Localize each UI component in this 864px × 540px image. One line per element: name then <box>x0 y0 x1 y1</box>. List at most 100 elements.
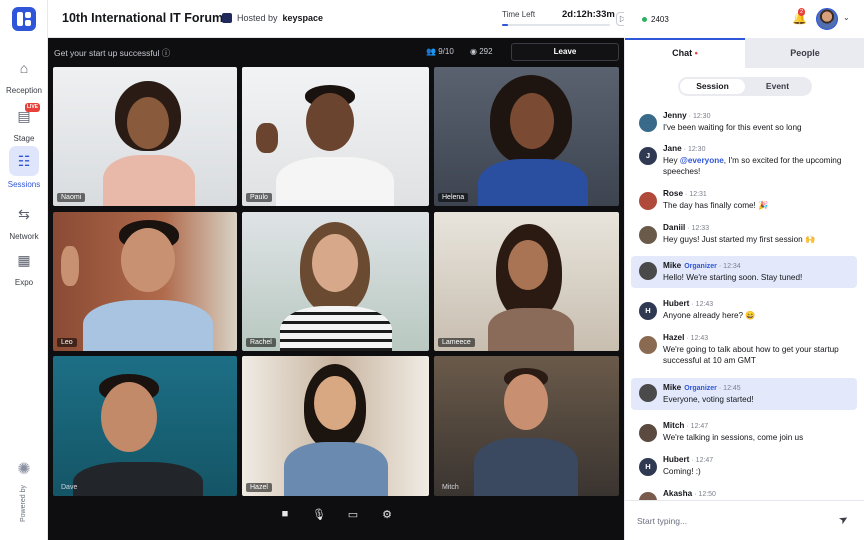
chat-message: Mitch · 12:47 We're talking in sessions, … <box>631 420 857 446</box>
video-tile[interactable]: Rachel <box>242 212 429 351</box>
sessions-icon: ☷ <box>9 146 39 176</box>
tab-people[interactable]: People <box>745 38 864 68</box>
organizer-badge: Organizer <box>684 263 717 270</box>
video-stage: Get your start up successful ⓘ 👥 9/10 ◉ … <box>48 38 624 540</box>
sidebar-item-network[interactable]: ⇆ Network <box>0 200 48 241</box>
leave-button[interactable]: Leave <box>511 43 619 61</box>
unread-dot-icon: • <box>694 48 698 58</box>
time-left-progress <box>502 24 610 26</box>
avatar: J <box>639 147 657 165</box>
sidebar-item-stage[interactable]: ▤ LIVE Stage <box>0 102 48 143</box>
video-tile[interactable]: Lameece <box>434 212 619 351</box>
host-name[interactable]: keyspace <box>283 13 324 23</box>
time-left-progress-fill <box>502 24 509 26</box>
time-left-label: Time Left <box>502 10 536 19</box>
info-icon[interactable]: ⓘ <box>162 48 171 58</box>
people-icon: 👥 <box>426 47 436 56</box>
video-tile[interactable]: Dave <box>53 356 237 496</box>
host-logo-icon <box>222 13 232 23</box>
store-icon: ▦ <box>17 252 31 268</box>
microphone-icon[interactable]: 🎙 <box>311 508 327 532</box>
message-list[interactable]: Jenny · 12:30 I've been waiting for this … <box>625 106 864 500</box>
participant-name: Paulo <box>246 193 272 202</box>
chat-message: Daniil · 12:33 Hey guys! Just started my … <box>631 222 857 248</box>
session-title: Get your start up successful ⓘ <box>54 48 171 58</box>
time-left-value: 2d:12h:33m <box>562 9 615 20</box>
chevron-down-icon[interactable]: ⌄ <box>843 13 850 22</box>
chat-message: Hazel · 12:43 We're going to talk about h… <box>631 332 857 370</box>
powered-by: ✺ Powered by <box>12 460 36 522</box>
avatar <box>639 492 657 500</box>
avatar <box>639 192 657 210</box>
left-sidebar: ⌂ Reception ▤ LIVE Stage ☷ Sessions ⇆ Net… <box>0 0 48 540</box>
participant-name: Leo <box>57 338 77 347</box>
top-header: 10th International IT Forum Hosted by ke… <box>48 0 630 38</box>
chat-input[interactable] <box>637 512 827 530</box>
video-tile[interactable]: Naomi <box>53 67 237 206</box>
participant-name: Helena <box>438 193 469 202</box>
chat-message-organizer: Mike Organizer · 12:45 Everyone, voting st… <box>631 378 857 410</box>
avatar <box>639 336 657 354</box>
sidebar-item-reception[interactable]: ⌂ Reception <box>0 54 48 95</box>
chat-message: Jenny · 12:30 I've been waiting for this … <box>631 110 857 136</box>
video-tile[interactable]: Leo <box>53 212 237 351</box>
message-composer: ➤ <box>625 500 864 540</box>
tab-chat[interactable]: Chat • <box>625 38 745 68</box>
chat-message: Rose · 12:31 The day has finally come! 🎉 <box>631 188 857 214</box>
stage-icon: ▤ LIVE <box>17 103 40 124</box>
live-badge: LIVE <box>24 103 40 112</box>
chat-panel: Chat • People Session Event Jenny · 12:30… <box>624 38 864 540</box>
sidebar-item-label: Stage <box>13 134 35 143</box>
host-info: Hosted by keyspace <box>222 13 323 23</box>
settings-gear-icon[interactable]: ⚙ <box>379 508 395 532</box>
app-window: ⌂ Reception ▤ LIVE Stage ☷ Sessions ⇆ Net… <box>0 0 864 540</box>
sidebar-item-expo[interactable]: ▦ Expo <box>0 246 48 287</box>
video-tile[interactable]: Helena <box>434 67 619 206</box>
user-avatar[interactable] <box>816 8 838 30</box>
participant-name: Mitch <box>442 484 459 491</box>
chat-message: H Hubert · 12:47 Coming! :) <box>631 454 857 480</box>
chat-message: H Hubert · 12:43 Anyone already here? 😄 <box>631 298 857 324</box>
avatar <box>639 226 657 244</box>
online-count: 2403 <box>651 15 669 24</box>
notification-badge: 2 <box>798 8 806 16</box>
app-logo[interactable] <box>12 7 36 31</box>
toggle-event[interactable]: Event <box>745 79 810 94</box>
handshake-icon: ⇆ <box>18 206 30 222</box>
sidebar-item-sessions[interactable]: ☷ Sessions <box>0 146 48 189</box>
powered-by-label: Powered by <box>20 485 27 522</box>
avatar <box>639 384 657 402</box>
video-tile[interactable]: Mitch <box>434 356 619 496</box>
call-controls: ■ 🎙 ▭ ⚙ <box>48 508 624 532</box>
avatar: H <box>639 302 657 320</box>
camera-icon[interactable]: ■ <box>277 508 293 532</box>
participant-name: Hazel <box>246 483 272 492</box>
chat-message: Akasha · 12:50 <box>631 488 857 500</box>
toggle-session[interactable]: Session <box>680 79 745 94</box>
panel-tabs: Chat • People <box>625 38 864 68</box>
avatar <box>639 114 657 132</box>
organizer-badge: Organizer <box>684 385 717 392</box>
avatar <box>639 262 657 280</box>
hosted-by-label: Hosted by <box>237 13 278 23</box>
chat-message: J Jane · 12:30 Hey @everyone, I'm so exci… <box>631 143 857 181</box>
sidebar-item-label: Network <box>9 232 39 241</box>
screen-share-icon[interactable]: ▭ <box>345 508 361 532</box>
viewers-counter: ◉ 292 <box>470 47 493 56</box>
avatar: H <box>639 458 657 476</box>
home-icon: ⌂ <box>19 60 29 76</box>
online-counter: 2403 <box>642 15 669 24</box>
video-tile[interactable]: Paulo <box>242 67 429 206</box>
video-tile[interactable]: Hazel <box>242 356 429 496</box>
powered-by-logo-icon: ✺ <box>17 461 31 478</box>
chat-scope-toggle: Session Event <box>678 77 812 96</box>
participant-name: Rachel <box>246 338 276 347</box>
participant-name: Naomi <box>57 193 86 202</box>
sidebar-item-label: Expo <box>14 278 34 287</box>
send-icon[interactable]: ➤ <box>836 512 851 527</box>
avatar <box>639 424 657 442</box>
top-right-header: 2403 🔔 2 ⌄ <box>624 0 864 38</box>
online-dot-icon <box>642 17 647 22</box>
participants-counter: 👥 9/10 <box>426 47 454 56</box>
sidebar-item-label: Reception <box>5 86 43 95</box>
